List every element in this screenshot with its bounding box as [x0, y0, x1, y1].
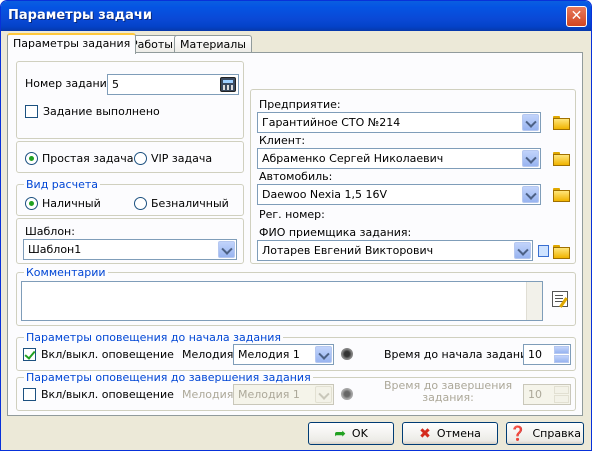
client-label: Клиент: [259, 134, 306, 147]
help-icon: ❓ [509, 425, 527, 442]
vip-task-radio[interactable] [134, 152, 147, 165]
receiver-combo[interactable]: Лотарев Евгений Викторович [257, 240, 533, 261]
close-button[interactable]: ✕ [566, 6, 587, 27]
receiver-value: Лотарев Евгений Викторович [262, 244, 434, 257]
car-label: Автомобиль: [259, 170, 333, 183]
dialog-client: Параметры задания Работы Материалы Номер… [4, 31, 588, 449]
notify-end-time-label: Время до завершения задания: [384, 380, 512, 404]
tab-materials[interactable]: Материалы [174, 35, 252, 53]
comments-scrollbar[interactable] [526, 282, 542, 320]
task-done-checkbox[interactable] [25, 105, 38, 118]
template-combo[interactable]: Шаблон1 [23, 239, 237, 260]
notify-start-title: Параметры оповещения до начала задания [24, 331, 284, 344]
chevron-down-icon[interactable] [315, 346, 332, 363]
spinner-arrows[interactable] [554, 346, 569, 363]
dialog-window: Параметры задачи ✕ Параметры задания Раб… [0, 0, 592, 451]
notify-end-group: Параметры оповещения до завершения задан… [16, 371, 576, 411]
car-value: Daewoo Nexia 1,5 16V [262, 188, 388, 201]
chevron-down-icon[interactable] [522, 186, 539, 203]
notify-start-time-label: Время до начала задания: [384, 348, 538, 361]
task-number-label: Номер задания: [25, 77, 118, 90]
speaker-icon[interactable] [341, 388, 353, 400]
notify-end-checkbox[interactable] [23, 388, 36, 401]
comments-title: Комментарии [24, 266, 108, 279]
comments-textarea[interactable] [21, 281, 543, 321]
template-label: Шаблон: [25, 225, 75, 238]
simple-task-label: Простая задача [42, 152, 134, 165]
speaker-icon[interactable] [341, 348, 353, 360]
task-number-input[interactable]: 5 [107, 74, 239, 95]
tab-panel: Номер задания: 5 Задание выполнено Прост… [7, 52, 583, 416]
notify-start-time-spinner[interactable]: 10 [523, 344, 571, 365]
chevron-down-icon[interactable] [218, 241, 235, 258]
car-combo[interactable]: Daewoo Nexia 1,5 16V [257, 184, 541, 205]
chevron-down-icon[interactable] [522, 114, 539, 131]
folder-open-icon[interactable] [553, 115, 570, 130]
close-icon: ✕ [570, 8, 583, 24]
notify-end-time-spinner[interactable]: 10 [523, 384, 571, 405]
template-value: Шаблон1 [28, 243, 82, 256]
enterprise-label: Предприятие: [259, 98, 341, 111]
notify-start-melody-label: Мелодия: [182, 348, 238, 361]
note-icon[interactable] [538, 245, 549, 257]
task-number-group: Номер задания: 5 Задание выполнено [16, 61, 244, 139]
chevron-down-icon[interactable] [315, 386, 332, 403]
task-done-label: Задание выполнено [43, 105, 160, 118]
payment-type-group: Вид расчета Наличный Безналичный [16, 178, 244, 216]
noncash-radio[interactable] [134, 197, 147, 210]
notify-start-toggle-label: Вкл/выкл. оповещение [41, 348, 174, 361]
notify-end-melody-value: Мелодия 1 [238, 388, 300, 401]
task-number-value: 5 [112, 78, 119, 91]
ok-button[interactable]: ➦ OK [308, 422, 394, 445]
notify-end-title: Параметры оповещения до завершения задан… [24, 371, 313, 384]
client-value: Абраменко Сергей Николаевич [262, 152, 444, 165]
notify-start-melody-combo[interactable]: Мелодия 1 [233, 344, 334, 365]
notify-end-melody-label: Мелодия: [182, 388, 238, 401]
noncash-label: Безналичный [151, 197, 229, 210]
chevron-down-icon[interactable] [522, 150, 539, 167]
title-bar[interactable]: Параметры задачи ✕ [1, 1, 591, 31]
comments-group: Комментарии [16, 266, 576, 326]
notify-start-melody-value: Мелодия 1 [238, 348, 300, 361]
help-button[interactable]: ❓ Справка [506, 422, 584, 445]
task-type-group: Простая задача VIP задача [16, 141, 244, 173]
cancel-x-icon: ✖ [419, 425, 431, 442]
reg-number-label: Рег. номер: [259, 208, 325, 221]
enterprise-combo[interactable]: Гарантийное СТО №214 [257, 112, 541, 133]
client-combo[interactable]: Абраменко Сергей Николаевич [257, 148, 541, 169]
notify-end-toggle-label: Вкл/выкл. оповещение [41, 388, 174, 401]
folder-open-icon[interactable] [553, 187, 570, 202]
receiver-label: ФИО приемщика задания: [259, 226, 412, 239]
notify-start-group: Параметры оповещения до начала задания В… [16, 331, 576, 371]
notify-end-time-label-line2: задания: [422, 391, 474, 404]
notify-start-checkbox[interactable] [23, 348, 36, 361]
tab-task-params[interactable]: Параметры задания [7, 33, 137, 54]
cancel-button[interactable]: ✖ Отмена [402, 422, 498, 445]
folder-open-icon[interactable] [553, 244, 570, 259]
ok-arrow-icon: ➦ [334, 425, 346, 442]
window-title: Параметры задачи [8, 8, 152, 23]
notify-end-time-value: 10 [528, 388, 542, 401]
cancel-label: Отмена [436, 427, 481, 440]
template-group: Шаблон: Шаблон1 [16, 218, 244, 264]
payment-type-title: Вид расчета [24, 178, 100, 191]
simple-task-radio[interactable] [25, 152, 38, 165]
right-details-group: Предприятие: Гарантийное СТО №214 Клиент… [250, 89, 576, 264]
vip-task-label: VIP задача [151, 152, 213, 165]
help-label: Справка [532, 427, 581, 440]
enterprise-value: Гарантийное СТО №214 [262, 116, 401, 129]
ok-label: OK [351, 427, 368, 440]
folder-open-icon[interactable] [553, 151, 570, 166]
chevron-down-icon[interactable] [514, 242, 531, 259]
edit-note-icon[interactable] [552, 291, 568, 308]
cash-label: Наличный [42, 197, 101, 210]
cash-radio[interactable] [25, 197, 38, 210]
notify-start-time-value: 10 [528, 348, 542, 361]
spinner-arrows[interactable] [554, 386, 569, 403]
calculator-icon[interactable] [220, 77, 236, 92]
notify-end-melody-combo[interactable]: Мелодия 1 [233, 384, 334, 405]
